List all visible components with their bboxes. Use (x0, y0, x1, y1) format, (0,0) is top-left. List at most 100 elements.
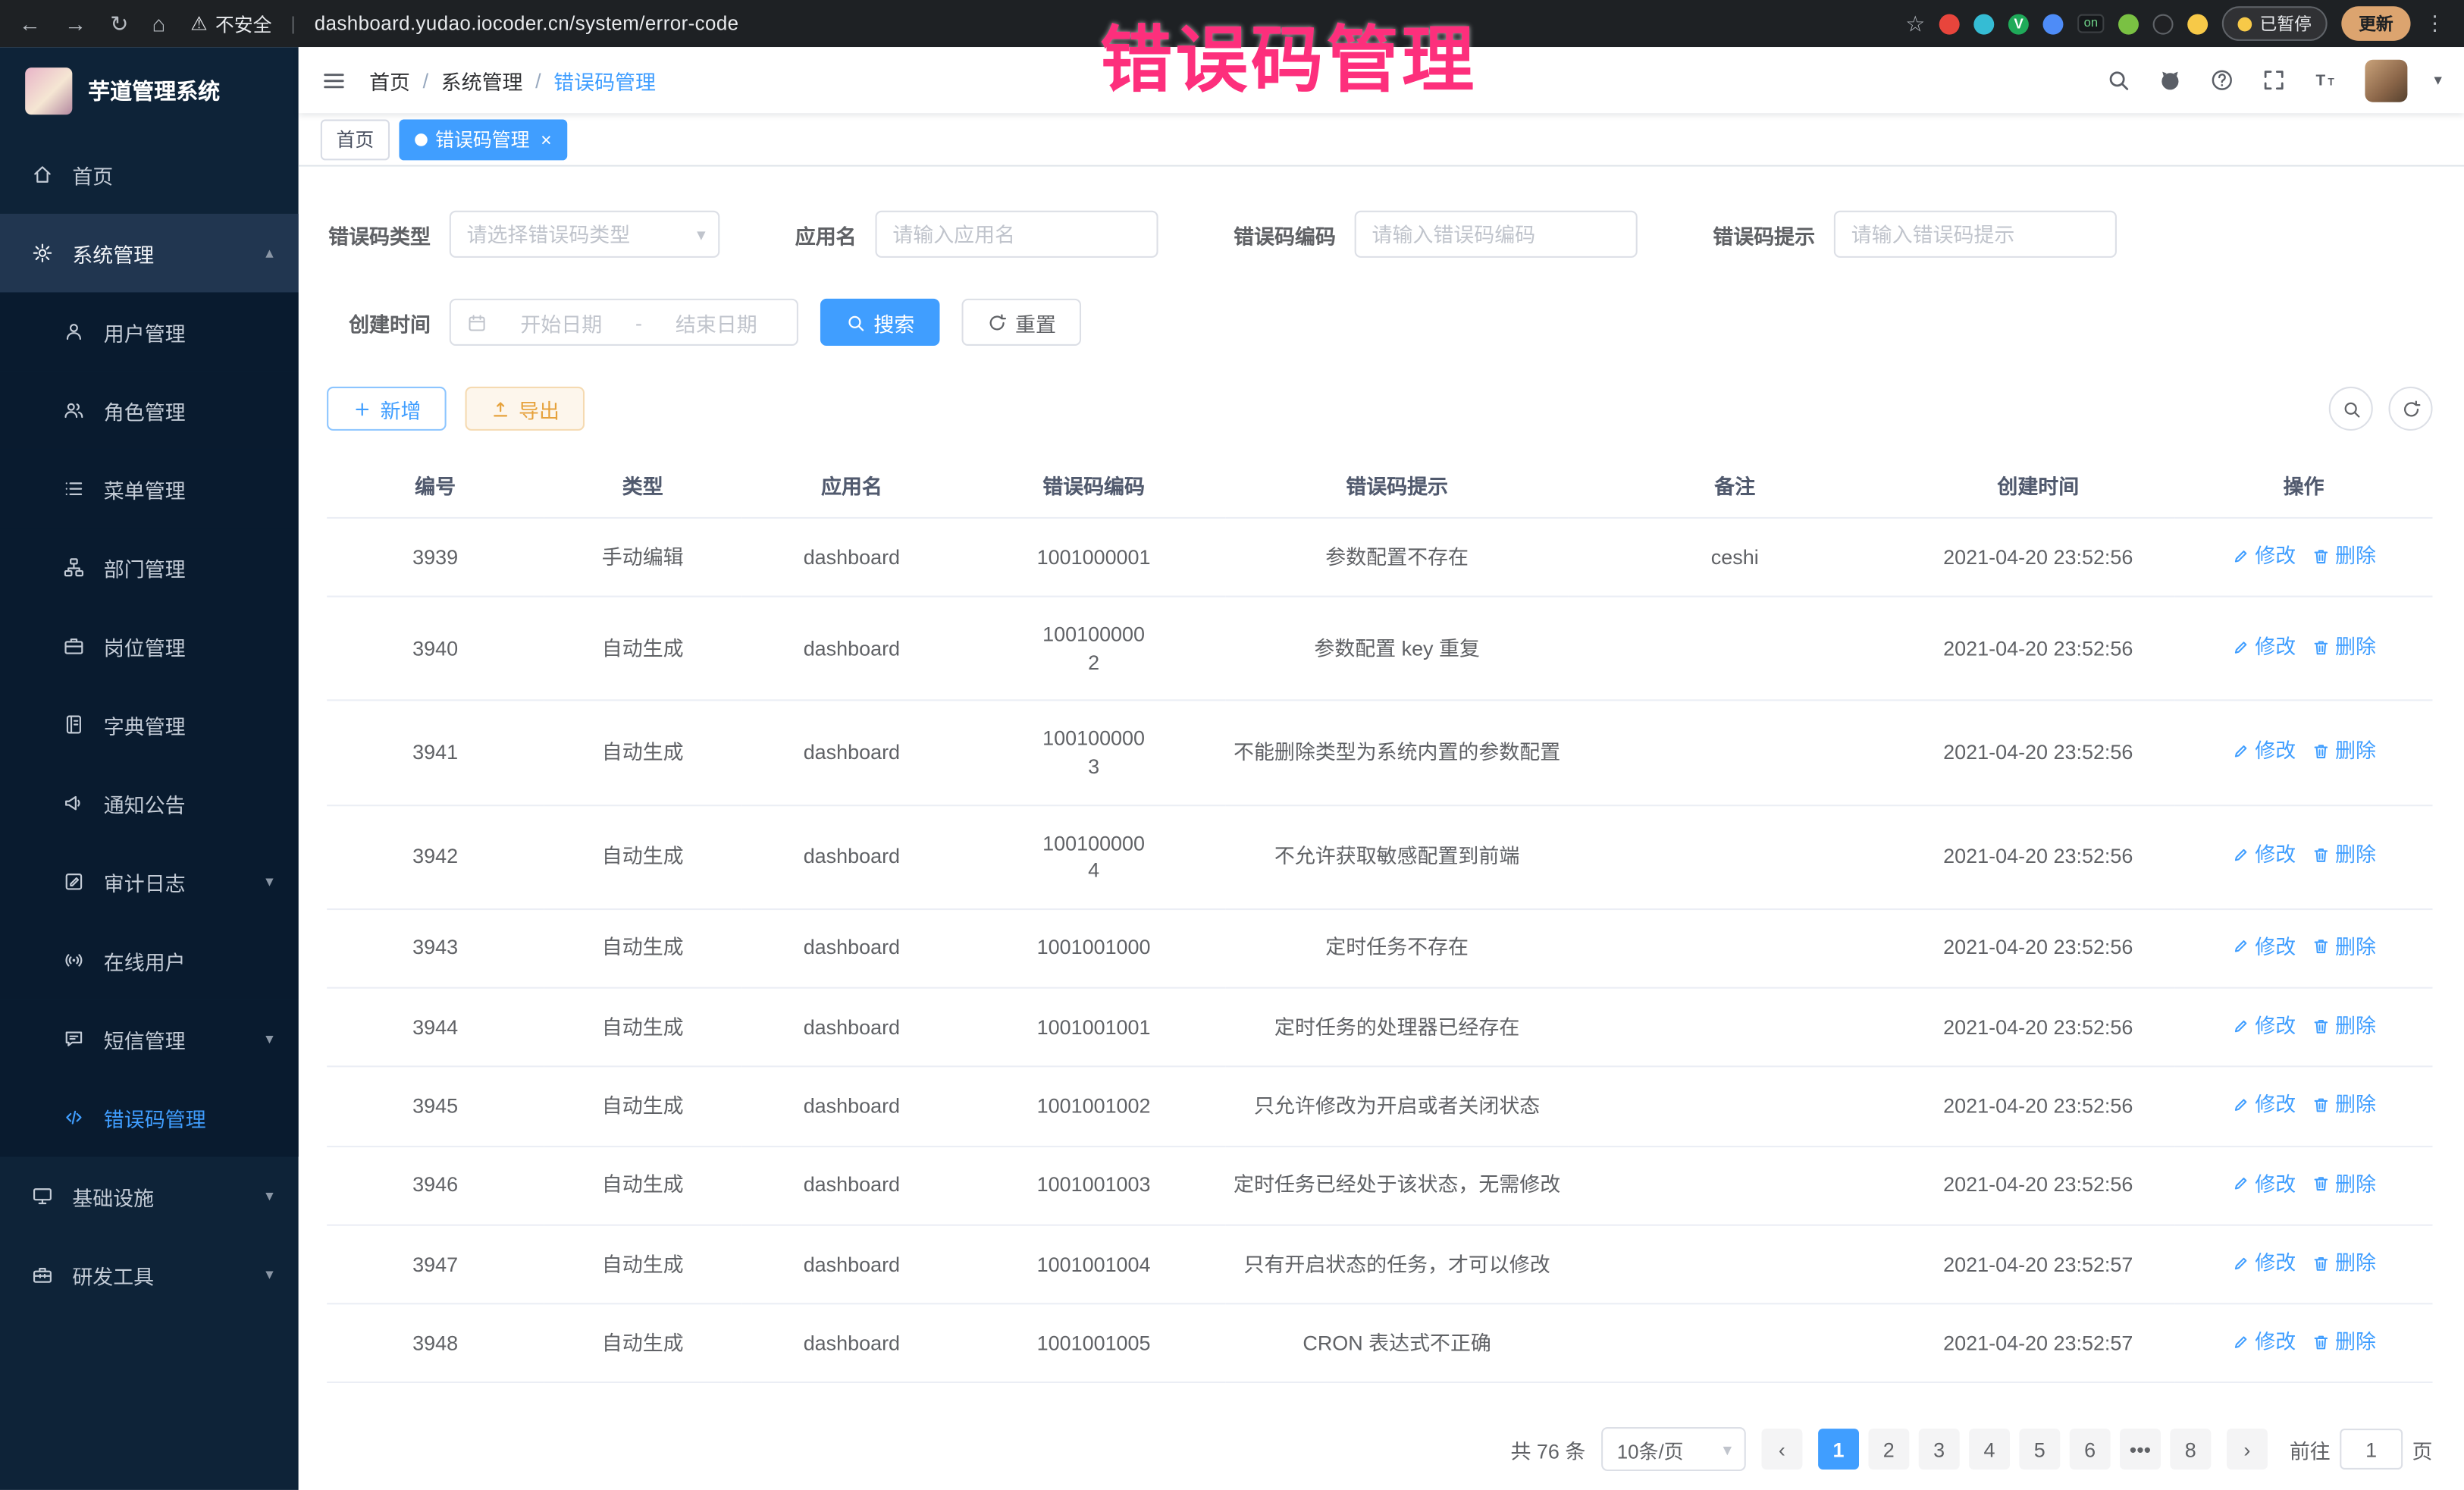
sidebar-item-dict[interactable]: 字典管理 (0, 685, 299, 764)
delete-link[interactable]: 删除 (2312, 842, 2376, 869)
error-message-input[interactable] (1835, 212, 2115, 256)
edit-link[interactable]: 修改 (2231, 842, 2296, 869)
browser-back-icon[interactable]: ← (19, 10, 41, 36)
sidebar-item-sms[interactable]: 短信管理▾ (0, 999, 299, 1078)
hamburger-icon[interactable] (321, 67, 347, 93)
sidebar-item-error-code[interactable]: 错误码管理 (0, 1078, 299, 1157)
page-button-8[interactable]: 8 (2170, 1429, 2211, 1470)
browser-home-icon[interactable]: ⌂ (152, 10, 166, 36)
help-icon[interactable] (2209, 67, 2234, 93)
sidebar-item-home[interactable]: 首页 (0, 135, 299, 214)
page-button-5[interactable]: 5 (2019, 1429, 2060, 1470)
sidebar-item-notice[interactable]: 通知公告 (0, 764, 299, 842)
edit-link[interactable]: 修改 (2231, 738, 2296, 765)
tab-home[interactable]: 首页 (321, 118, 390, 159)
search-icon[interactable] (2105, 67, 2130, 93)
fontsize-icon[interactable] (2313, 67, 2338, 93)
trash-icon (2312, 845, 2331, 864)
error-type-select[interactable]: ▾ (450, 211, 720, 258)
delete-link[interactable]: 删除 (2312, 738, 2376, 765)
app-logo[interactable]: 芋道管理系统 (0, 47, 299, 135)
delete-link[interactable]: 删除 (2312, 1170, 2376, 1197)
delete-link[interactable]: 删除 (2312, 634, 2376, 661)
page-button-3[interactable]: 3 (1919, 1429, 1960, 1470)
refresh-table-button[interactable] (2389, 387, 2433, 431)
edit-link[interactable]: 修改 (2231, 933, 2296, 960)
address-bar[interactable]: dashboard.yudao.iocoder.cn/system/error-… (315, 13, 739, 35)
breadcrumb-system[interactable]: 系统管理 (441, 65, 523, 95)
browser-menu-icon[interactable]: ⋮ (2425, 11, 2445, 36)
cell-type: 自动生成 (544, 1225, 741, 1303)
extension-icon[interactable] (1974, 14, 1995, 34)
pager-ellipsis[interactable]: ••• (2120, 1429, 2161, 1470)
toggle-search-button[interactable] (2329, 387, 2373, 431)
prev-page-button[interactable]: ‹ (1761, 1429, 1802, 1470)
extension-icon[interactable] (2043, 14, 2064, 34)
bookmark-star-icon[interactable]: ☆ (1905, 10, 1925, 36)
sidebar-item-label: 角色管理 (104, 395, 186, 425)
github-icon[interactable] (2158, 67, 2183, 93)
delete-link[interactable]: 删除 (2312, 542, 2376, 569)
security-indicator[interactable]: ⚠ 不安全 (190, 10, 271, 36)
sidebar-item-user[interactable]: 用户管理 (0, 293, 299, 372)
extension-icon[interactable]: V (2008, 14, 2029, 34)
add-button[interactable]: 新增 (327, 387, 447, 431)
delete-link[interactable]: 删除 (2312, 1328, 2376, 1356)
chevron-down-icon[interactable]: ▾ (2434, 71, 2442, 89)
sidebar-item-role[interactable]: 角色管理 (0, 371, 299, 450)
breadcrumb-home[interactable]: 首页 (369, 65, 410, 95)
trash-icon (2312, 1096, 2331, 1115)
sidebar-item-audit-log[interactable]: 审计日志▾ (0, 842, 299, 921)
browser-chrome: ← → ↻ ⌂ ⚠ 不安全 | dashboard.yudao.iocoder.… (0, 0, 2464, 47)
edit-link[interactable]: 修改 (2231, 1012, 2296, 1040)
delete-link[interactable]: 删除 (2312, 1012, 2376, 1040)
table-row: 3939手动编辑dashboard1001000001参数配置不存在ceshi2… (327, 518, 2432, 597)
page-jump-input[interactable] (2340, 1429, 2403, 1470)
search-button[interactable]: 搜索 (820, 299, 940, 346)
update-button[interactable]: 更新 (2341, 6, 2410, 41)
page-size-select[interactable]: 10条/页 ▾ (1601, 1428, 1746, 1472)
user-avatar[interactable] (2365, 59, 2407, 102)
cell-id: 3943 (327, 908, 544, 987)
close-icon[interactable]: × (541, 128, 552, 150)
profile-avatar[interactable] (2187, 14, 2208, 34)
browser-reload-icon[interactable]: ↻ (110, 10, 128, 36)
fullscreen-icon[interactable] (2262, 67, 2287, 93)
sidebar-item-system[interactable]: 系统管理▴ (0, 214, 299, 293)
date-range-picker[interactable]: 开始日期 - 结束日期 (450, 299, 798, 346)
page-button-1[interactable]: 1 (1818, 1429, 1859, 1470)
edit-link[interactable]: 修改 (2231, 1170, 2296, 1197)
next-page-button[interactable]: › (2227, 1429, 2268, 1470)
export-button[interactable]: 导出 (466, 387, 585, 431)
sidebar-item-dept[interactable]: 部门管理 (0, 528, 299, 607)
extension-icon[interactable]: on (2077, 14, 2104, 33)
page-button-6[interactable]: 6 (2070, 1429, 2111, 1470)
extension-icon[interactable] (2153, 14, 2174, 34)
error-code-input[interactable] (1356, 212, 1636, 256)
sidebar-item-infra[interactable]: 基础设施▾ (0, 1157, 299, 1236)
browser-forward-icon[interactable]: → (64, 10, 86, 36)
sidebar-item-devtools[interactable]: 研发工具▾ (0, 1235, 299, 1314)
page-button-4[interactable]: 4 (1969, 1429, 2010, 1470)
delete-link[interactable]: 删除 (2312, 1249, 2376, 1276)
cell-code: 1001001000 (961, 908, 1225, 987)
delete-link[interactable]: 删除 (2312, 933, 2376, 960)
edit-link[interactable]: 修改 (2231, 1091, 2296, 1118)
error-type-input[interactable] (451, 212, 718, 256)
app-name-input[interactable] (877, 212, 1157, 256)
page-button-2[interactable]: 2 (1868, 1429, 1909, 1470)
edit-link[interactable]: 修改 (2231, 634, 2296, 661)
sidebar-item-post[interactable]: 岗位管理 (0, 607, 299, 685)
reset-button[interactable]: 重置 (962, 299, 1082, 346)
extension-icon[interactable] (2118, 14, 2139, 34)
delete-link[interactable]: 删除 (2312, 1091, 2376, 1118)
sidebar-item-online-user[interactable]: 在线用户 (0, 921, 299, 1000)
paused-badge[interactable]: 已暂停 (2222, 6, 2328, 41)
edit-link[interactable]: 修改 (2231, 542, 2296, 569)
edit-link[interactable]: 修改 (2231, 1249, 2296, 1276)
cell-app: dashboard (741, 518, 961, 597)
extension-icon[interactable] (1939, 14, 1960, 34)
edit-link[interactable]: 修改 (2231, 1328, 2296, 1356)
sidebar-item-menu[interactable]: 菜单管理 (0, 450, 299, 529)
tab-error-code[interactable]: 错误码管理× (399, 118, 567, 159)
